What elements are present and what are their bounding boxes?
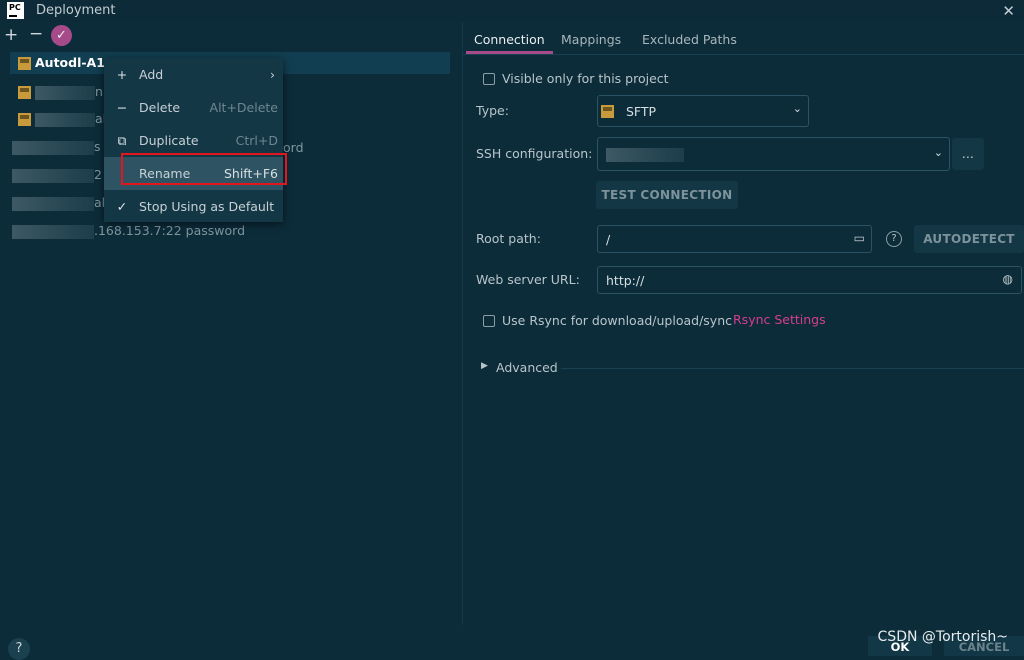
menu-item-label: Stop Using as Default: [139, 199, 275, 214]
menu-item-add[interactable]: + Add ›: [104, 58, 283, 91]
folder-icon[interactable]: ▭: [854, 231, 865, 245]
menu-item-stop-default[interactable]: ✓ Stop Using as Default: [104, 190, 283, 223]
help-icon[interactable]: ?: [886, 231, 902, 247]
highlight-box: [121, 153, 287, 185]
redacted-text: [12, 224, 94, 239]
autodetect-button[interactable]: AUTODETECT: [914, 225, 1024, 253]
type-label: Type:: [476, 103, 509, 118]
visible-only-checkbox[interactable]: [483, 73, 495, 85]
ssh-configuration-label: SSH configuration:: [476, 146, 593, 161]
root-path-label: Root path:: [476, 231, 541, 246]
root-path-value: /: [606, 232, 611, 247]
server-name: n: [95, 84, 103, 99]
redacted-text: [12, 196, 94, 211]
menu-item-delete[interactable]: − Delete Alt+Delete: [104, 91, 283, 124]
use-rsync-label: Use Rsync for download/upload/sync: [502, 313, 732, 328]
tab-connection[interactable]: Connection: [466, 28, 553, 54]
web-server-url-label: Web server URL:: [476, 272, 580, 287]
window-title: Deployment: [36, 3, 116, 18]
sftp-icon: [18, 86, 31, 99]
chevron-right-icon: ›: [270, 67, 275, 82]
globe-icon[interactable]: ◍: [1003, 272, 1013, 286]
redacted-text: [12, 168, 94, 183]
web-server-url-value: http://: [606, 273, 645, 288]
redacted-text: [35, 85, 95, 100]
triangle-right-icon[interactable]: ▶: [481, 361, 488, 371]
tab-mappings[interactable]: Mappings: [553, 28, 629, 54]
menu-item-label: Delete: [139, 100, 181, 115]
server-item[interactable]: .168.153.7:22 password: [10, 220, 450, 242]
server-name: 2: [94, 167, 102, 182]
title-bar: [0, 0, 1024, 22]
pycharm-logo-icon: PC: [7, 2, 24, 19]
server-name: Autodl-A10: [35, 55, 114, 70]
tab-underline: [463, 54, 1024, 55]
ssh-more-button[interactable]: ...: [952, 138, 984, 170]
panel-divider[interactable]: [462, 22, 463, 625]
chevron-down-icon: ⌄: [792, 102, 802, 115]
redacted-text: [35, 112, 95, 127]
checkmark-icon: ✓: [116, 199, 128, 214]
visible-only-label: Visible only for this project: [502, 71, 669, 86]
use-rsync-checkbox[interactable]: [483, 315, 495, 327]
redacted-text: [12, 140, 94, 155]
sftp-icon: [18, 57, 31, 70]
remove-server-button[interactable]: −: [29, 25, 43, 43]
sftp-icon: [601, 105, 614, 118]
type-select[interactable]: SFTP ⌄: [597, 95, 809, 127]
sftp-icon: [18, 113, 31, 126]
plus-icon: +: [116, 67, 128, 82]
tab-excluded-paths[interactable]: Excluded Paths: [634, 28, 745, 54]
server-name: s: [94, 139, 101, 154]
advanced-section-toggle[interactable]: Advanced: [496, 360, 558, 375]
context-menu: + Add › − Delete Alt+Delete ⧉ Duplicate …: [104, 58, 283, 222]
menu-item-label: Add: [139, 67, 164, 82]
advanced-divider: [561, 368, 1024, 369]
type-value: SFTP: [626, 104, 657, 119]
help-button[interactable]: ?: [8, 638, 30, 660]
root-path-input[interactable]: / ▭: [597, 225, 872, 253]
watermark: CSDN @Tortorish~: [877, 629, 1008, 645]
redacted-text: [606, 148, 684, 162]
rsync-settings-link[interactable]: Rsync Settings: [733, 312, 826, 327]
menu-item-shortcut: Alt+Delete: [209, 100, 278, 115]
close-icon[interactable]: ✕: [1002, 2, 1015, 20]
add-server-button[interactable]: +: [4, 26, 18, 44]
use-as-default-button[interactable]: ✓: [51, 25, 72, 46]
chevron-down-icon: ⌄: [933, 146, 943, 159]
test-connection-button[interactable]: TEST CONNECTION: [596, 181, 738, 209]
minus-icon: −: [116, 100, 128, 115]
ssh-configuration-select[interactable]: ⌄: [597, 137, 950, 171]
server-name: .168.153.7:22 password: [94, 223, 246, 238]
web-server-url-input[interactable]: http:// ◍: [597, 266, 1022, 294]
